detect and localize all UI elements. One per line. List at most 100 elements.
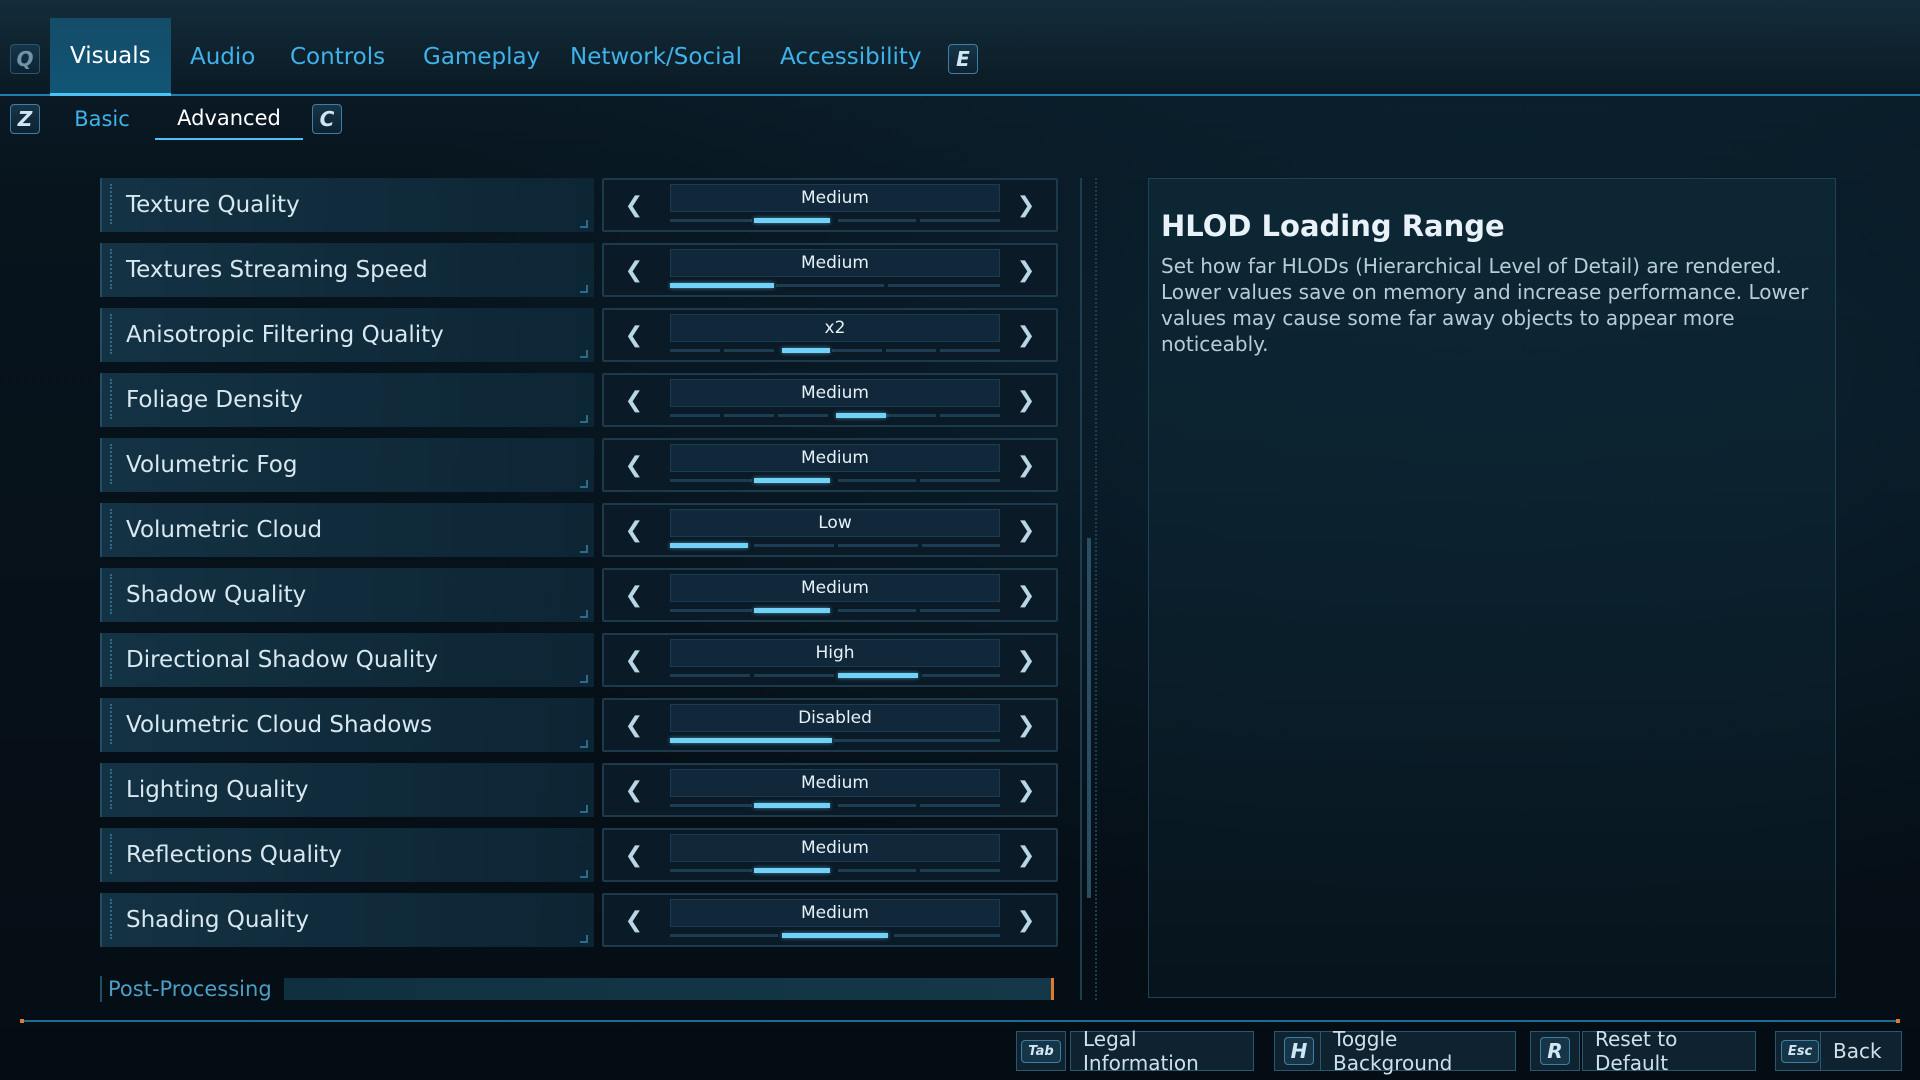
value-selector[interactable]: ❮ Low ❯: [602, 503, 1058, 557]
prev-tab-key-hint[interactable]: Q: [10, 44, 40, 74]
setting-row-shadow-quality[interactable]: Shadow Quality ❮ Medium ❯: [100, 568, 1060, 624]
value-indicator-segment: [838, 609, 916, 612]
value-selector[interactable]: ❮ Medium ❯: [602, 568, 1058, 622]
value-selector[interactable]: ❮ Disabled ❯: [602, 698, 1058, 752]
subtab-advanced[interactable]: Advanced: [155, 98, 303, 140]
chevron-right-icon[interactable]: ❯: [996, 635, 1056, 685]
value-indicator-segment: [670, 674, 750, 677]
setting-label: Volumetric Fog: [126, 452, 298, 478]
value-indicator-segment: [838, 544, 918, 547]
value-indicator-segment: [886, 349, 936, 352]
value-selector[interactable]: ❮ High ❯: [602, 633, 1058, 687]
value-indicator-track: [670, 348, 1000, 353]
setting-label-box: Foliage Density: [100, 373, 594, 427]
value-selector[interactable]: ❮ Medium ❯: [602, 373, 1058, 427]
value-indicator-segment: [920, 479, 1000, 482]
tab-visuals[interactable]: Visuals: [50, 18, 171, 96]
value-indicator-segment: [670, 219, 752, 222]
value-indicator-segment: [778, 414, 828, 417]
value-selector[interactable]: ❮ Medium ❯: [602, 828, 1058, 882]
back-button[interactable]: Back: [1820, 1031, 1902, 1071]
chevron-left-icon[interactable]: ❮: [604, 375, 664, 425]
setting-row-volumetric-cloud[interactable]: Volumetric Cloud ❮ Low ❯: [100, 503, 1060, 559]
setting-value: Medium: [670, 249, 1000, 277]
value-indicator-segment: [670, 414, 720, 417]
value-indicator-active: [782, 348, 830, 353]
legal-information-button[interactable]: Legal Information: [1070, 1027, 1254, 1075]
setting-label-box: Lighting Quality: [100, 763, 594, 817]
chevron-right-icon[interactable]: ❯: [996, 310, 1056, 360]
value-indicator-segment: [922, 544, 1000, 547]
prev-subtab-key-hint[interactable]: Z: [10, 104, 40, 134]
chevron-right-icon[interactable]: ❯: [996, 765, 1056, 815]
scrollbar-rail-dotted: [1095, 178, 1097, 1000]
chevron-right-icon[interactable]: ❯: [996, 440, 1056, 490]
chevron-left-icon[interactable]: ❮: [604, 310, 664, 360]
chevron-right-icon[interactable]: ❯: [996, 245, 1056, 295]
setting-row-textures-streaming-speed[interactable]: Textures Streaming Speed ❮ Medium ❯: [100, 243, 1060, 299]
chevron-right-icon[interactable]: ❯: [996, 570, 1056, 620]
setting-value: Low: [670, 509, 1000, 537]
chevron-left-icon[interactable]: ❮: [604, 570, 664, 620]
section-header-post-processing[interactable]: Post-Processing: [100, 976, 1060, 1002]
tab-gameplay[interactable]: Gameplay: [403, 18, 560, 96]
chevron-left-icon[interactable]: ❮: [604, 700, 664, 750]
value-selector[interactable]: ❮ Medium ❯: [602, 763, 1058, 817]
value-indicator-segment: [834, 739, 1000, 742]
value-selector[interactable]: ❮ Medium ❯: [602, 178, 1058, 232]
value-indicator-active: [754, 868, 830, 873]
setting-row-anisotropic-filtering-quality[interactable]: Anisotropic Filtering Quality ❮ x2 ❯: [100, 308, 1060, 364]
setting-row-directional-shadow-quality[interactable]: Directional Shadow Quality ❮ High ❯: [100, 633, 1060, 689]
setting-value: High: [670, 639, 1000, 667]
scrollbar-thumb[interactable]: [1087, 538, 1091, 898]
chevron-left-icon[interactable]: ❮: [604, 765, 664, 815]
chevron-right-icon[interactable]: ❯: [996, 700, 1056, 750]
setting-row-volumetric-cloud-shadows[interactable]: Volumetric Cloud Shadows ❮ Disabled ❯: [100, 698, 1060, 754]
next-subtab-key-hint[interactable]: C: [312, 104, 342, 134]
reset-to-default-button[interactable]: Reset to Default: [1582, 1027, 1756, 1075]
chevron-left-icon[interactable]: ❮: [604, 440, 664, 490]
chevron-right-icon[interactable]: ❯: [996, 180, 1056, 230]
value-selector[interactable]: ❮ Medium ❯: [602, 438, 1058, 492]
setting-label-box: Reflections Quality: [100, 828, 594, 882]
next-tab-key-hint[interactable]: E: [948, 44, 978, 74]
value-selector[interactable]: ❮ Medium ❯: [602, 243, 1058, 297]
value-indicator-segment: [754, 674, 834, 677]
setting-row-texture-quality[interactable]: Texture Quality ❮ Medium ❯: [100, 178, 1060, 234]
chevron-left-icon[interactable]: ❮: [604, 635, 664, 685]
value-indicator-segment: [838, 869, 916, 872]
setting-row-foliage-density[interactable]: Foliage Density ❮ Medium ❯: [100, 373, 1060, 429]
setting-label-box: Shadow Quality: [100, 568, 594, 622]
tab-accessibility[interactable]: Accessibility: [760, 18, 942, 96]
chevron-right-icon[interactable]: ❯: [996, 505, 1056, 555]
chevron-right-icon[interactable]: ❯: [996, 895, 1056, 945]
toggle-background-button[interactable]: Toggle Background: [1320, 1027, 1516, 1075]
chevron-left-icon[interactable]: ❮: [604, 830, 664, 880]
chevron-right-icon[interactable]: ❯: [996, 830, 1056, 880]
setting-row-reflections-quality[interactable]: Reflections Quality ❮ Medium ❯: [100, 828, 1060, 884]
subtab-basic[interactable]: Basic: [60, 98, 144, 140]
chevron-left-icon[interactable]: ❮: [604, 505, 664, 555]
value-selector[interactable]: ❮ Medium ❯: [602, 893, 1058, 947]
chevron-right-icon[interactable]: ❯: [996, 375, 1056, 425]
sub-tab-bar: Z Basic Advanced C: [0, 98, 1920, 142]
tab-network-social[interactable]: Network/Social: [550, 18, 762, 96]
value-indicator-segment: [920, 804, 1000, 807]
chevron-left-icon[interactable]: ❮: [604, 895, 664, 945]
value-indicator-segment: [940, 349, 1000, 352]
chevron-left-icon[interactable]: ❮: [604, 245, 664, 295]
setting-row-lighting-quality[interactable]: Lighting Quality ❮ Medium ❯: [100, 763, 1060, 819]
tab-audio[interactable]: Audio: [170, 18, 275, 96]
setting-row-volumetric-fog[interactable]: Volumetric Fog ❮ Medium ❯: [100, 438, 1060, 494]
tab-controls[interactable]: Controls: [270, 18, 405, 96]
setting-label-box: Volumetric Cloud: [100, 503, 594, 557]
chevron-left-icon[interactable]: ❮: [604, 180, 664, 230]
scrollbar[interactable]: [1078, 178, 1098, 1000]
setting-value: Medium: [670, 184, 1000, 212]
setting-row-shading-quality[interactable]: Shading Quality ❮ Medium ❯: [100, 893, 1060, 949]
value-selector[interactable]: ❮ x2 ❯: [602, 308, 1058, 362]
setting-label: Shading Quality: [126, 907, 309, 933]
value-indicator-active: [754, 803, 830, 808]
value-indicator-segment: [724, 414, 774, 417]
setting-label-box: Texture Quality: [100, 178, 594, 232]
